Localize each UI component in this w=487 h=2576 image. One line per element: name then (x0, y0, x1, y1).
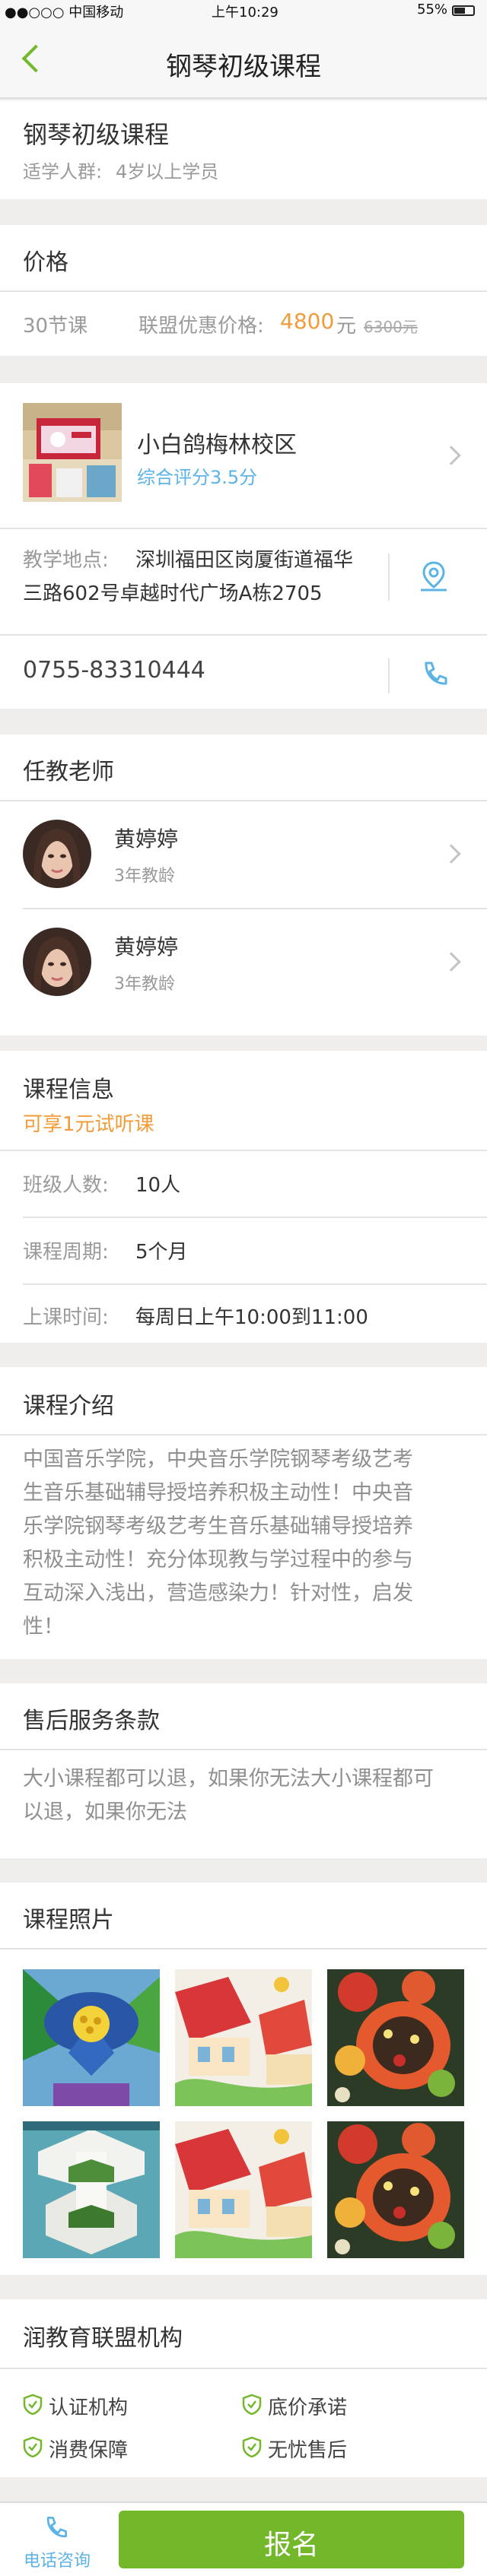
shield-check-icon (23, 2394, 43, 2415)
teacher-years: 3年教龄 (114, 867, 175, 886)
teacher-row[interactable]: 黄婷婷 3年教龄 (0, 909, 487, 1016)
shield-check-icon (23, 2436, 43, 2457)
page-title: 钢琴初级课程 (166, 52, 321, 82)
after-sale-title: 售后服务条款 (23, 1708, 160, 1734)
photos-title: 课程照片 (23, 1907, 114, 1934)
school-card[interactable]: 小白鸽梅林校区 综合评分3.5分 (0, 383, 487, 528)
course-period-value: 5个月 (135, 1241, 188, 1264)
price-section-title: 价格 (23, 249, 68, 276)
teacher-name: 黄婷婷 (114, 826, 179, 852)
teacher-avatar (23, 928, 91, 996)
class-size-label: 班级人数: (23, 1174, 109, 1197)
trial-lesson-note: 可享1元试听课 (23, 1113, 154, 1136)
battery-percent: 55% (417, 2, 448, 17)
course-photo[interactable] (327, 2121, 464, 2258)
intro-line: 互动深入浅出，营造感染力！针对性，启发 (23, 1581, 413, 1605)
intro-line: 积极主动性！充分体现教与学过程中的参与 (23, 1548, 413, 1572)
after-sale-text: 大小课程都可以退，如果你无法大小课程都可 以退，如果你无法 (23, 1762, 472, 1829)
course-period-label: 课程周期: (23, 1241, 109, 1264)
badge-label: 无忧售后 (268, 2439, 348, 2462)
chevron-right-icon (441, 952, 461, 972)
shield-check-icon (242, 2436, 262, 2457)
badge-label: 底价承诺 (268, 2397, 348, 2419)
teacher-name: 黄婷婷 (114, 934, 179, 960)
school-rating: 综合评分3.5分 (137, 467, 258, 488)
alliance-section: 润教育联盟机构 认证机构 底价承诺 消费保障 无忧售后 (0, 2299, 487, 2477)
course-photos-section: 课程照片 (0, 1883, 487, 2275)
course-photo[interactable] (327, 1969, 464, 2106)
intro-title: 课程介绍 (23, 1393, 114, 1420)
badge-label: 认证机构 (49, 2397, 129, 2419)
course-photo[interactable] (23, 1969, 160, 2106)
course-info-section: 课程信息 可享1元试听课 班级人数: 10人 课程周期: 5个月 上课时间: 每… (0, 1036, 487, 1343)
phone-consult-button[interactable]: 电话咨询 (0, 2503, 114, 2576)
lesson-count: 30节课 (23, 315, 88, 338)
map-location-icon[interactable] (417, 560, 450, 596)
intro-line: 中国音乐学院，中央音乐学院钢琴考级艺考 (23, 1448, 413, 1471)
school-phone[interactable]: 0755-83310444 (23, 657, 205, 684)
promo-price-unit: 元 (336, 315, 357, 338)
nav-bar: 钢琴初级课程 (0, 21, 487, 99)
badge-label: 消费保障 (49, 2439, 129, 2462)
audience-value: 4岁以上学员 (116, 161, 219, 182)
address-label: 教学地点: (23, 549, 109, 572)
after-sale-line: 以退，如果你无法 (23, 1800, 187, 1824)
promo-price-value: 4800 (280, 309, 335, 334)
shield-check-icon (242, 2394, 262, 2415)
intro-line: 乐学院钢琴考级艺考生音乐基础辅导授培养 (23, 1515, 413, 1538)
promo-price-label: 联盟优惠价格: (138, 315, 264, 338)
teachers-section: 任教老师 黄婷婷 3年教龄 黄婷婷 3年教龄 (0, 734, 487, 1036)
intro-text: 中国音乐学院，中央音乐学院钢琴考级艺考 生音乐基础辅导授培养积极主动性！中央音 … (23, 1443, 472, 1644)
status-bar: ●●○○○ 中国移动 上午10:29 55% (0, 0, 487, 21)
price-section: 价格 30节课 联盟优惠价格: 4800 元 6300元 (0, 225, 487, 356)
schedule-value: 每周日上午10:00到11:00 (135, 1306, 368, 1329)
address-line2: 三路602号卓越时代广场A栋2705 (23, 582, 323, 605)
signup-label: 报名 (263, 2530, 319, 2561)
school-photo (23, 403, 122, 502)
chevron-right-icon (441, 446, 461, 465)
after-sale-line: 大小课程都可以退，如果你无法大小课程都可 (23, 1767, 434, 1791)
course-photo[interactable] (175, 2121, 312, 2258)
course-photo[interactable] (175, 1969, 312, 2106)
phone-icon (46, 2517, 67, 2538)
schedule-label: 上课时间: (23, 1306, 109, 1329)
intro-line: 生音乐基础辅导授培养积极主动性！中央音 (23, 1481, 413, 1505)
teachers-section-title: 任教老师 (23, 759, 114, 785)
school-name: 小白鸽梅林校区 (137, 432, 297, 458)
course-header: 钢琴初级课程 适学人群: 4岁以上学员 (0, 100, 487, 199)
teacher-avatar (23, 820, 91, 888)
course-intro-section: 课程介绍 中国音乐学院，中央音乐学院钢琴考级艺考 生音乐基础辅导授培养积极主动性… (0, 1367, 487, 1659)
consult-label: 电话咨询 (23, 2552, 91, 2571)
clock: 上午10:29 (212, 5, 279, 21)
course-info-title: 课程信息 (23, 1077, 114, 1103)
signup-button[interactable]: 报名 (119, 2511, 464, 2568)
bottom-bar: 电话咨询 报名 (0, 2501, 487, 2576)
alliance-title: 润教育联盟机构 (23, 2325, 183, 2352)
carrier-label: ●●○○○ 中国移动 (5, 5, 124, 21)
address-line1: 深圳福田区岗厦街道福华 (135, 549, 354, 572)
course-name: 钢琴初级课程 (23, 120, 170, 149)
battery-icon (452, 5, 475, 16)
course-photo[interactable] (23, 2121, 160, 2258)
audience-label: 适学人群: (23, 161, 103, 182)
phone-icon[interactable] (420, 658, 450, 692)
chevron-right-icon (441, 844, 461, 864)
intro-line: 性！ (23, 1615, 64, 1639)
teacher-row[interactable]: 黄婷婷 3年教龄 (0, 801, 487, 908)
teacher-years: 3年教龄 (114, 975, 175, 994)
class-size-value: 10人 (135, 1174, 181, 1197)
school-section: 小白鸽梅林校区 综合评分3.5分 教学地点: 深圳福田区岗厦街道福华 三路602… (0, 383, 487, 709)
after-sale-section: 售后服务条款 大小课程都可以退，如果你无法大小课程都可 以退，如果你无法 (0, 1683, 487, 1858)
original-price: 6300元 (364, 318, 418, 336)
